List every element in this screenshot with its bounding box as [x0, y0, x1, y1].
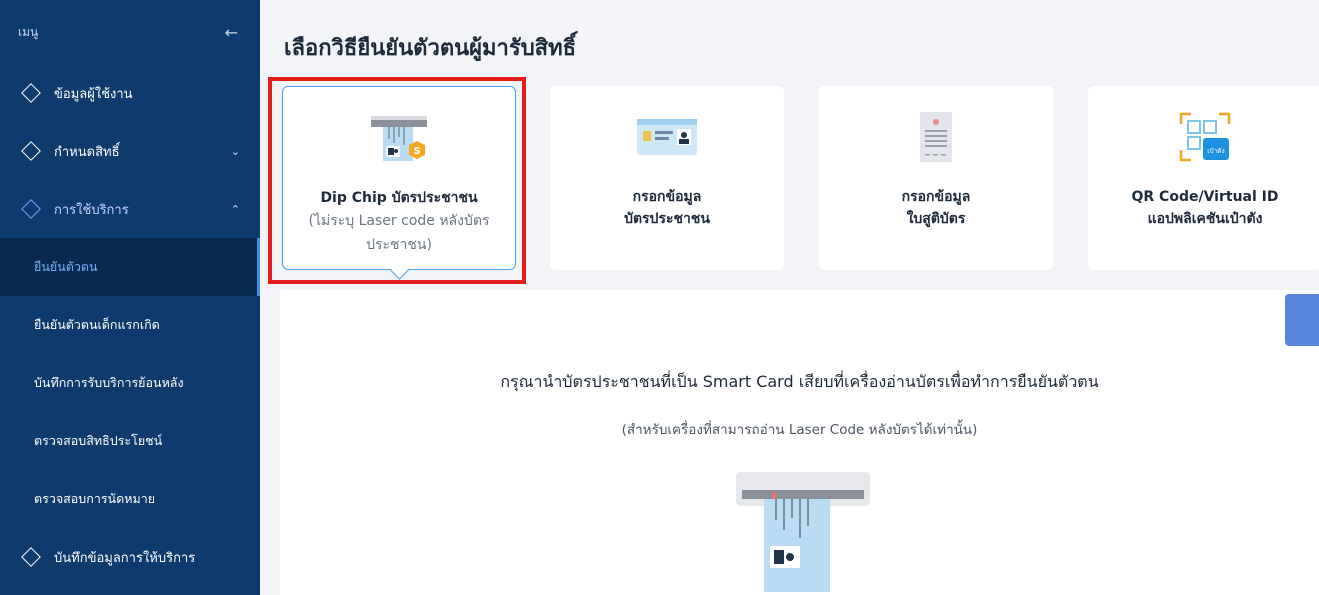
sidebar-subitem-service-history[interactable]: บันทึกการรับบริการย้อนหลัง	[0, 354, 260, 412]
sidebar-header: เมนู ←	[0, 0, 260, 64]
instruction-panel: กรุณานำบัตรประชาชนที่เป็น Smart Card เสี…	[280, 290, 1319, 595]
card-insert-illustration-icon	[736, 472, 870, 595]
birth-certificate-icon	[916, 110, 956, 164]
sidebar-title: เมนู	[18, 24, 39, 39]
sidebar-item-record-service[interactable]: บันทึกข้อมูลการให้บริการ	[0, 528, 260, 586]
sidebar-item-user-info[interactable]: ข้อมูลผู้ใช้งาน	[0, 64, 260, 122]
sidebar: เมนู ← ข้อมูลผู้ใช้งาน กำหนดสิทธิ์ ⌄ การ…	[0, 0, 260, 595]
card-title-line2: ใบสูติบัตร	[906, 211, 966, 227]
chevron-up-icon: ⌃	[230, 202, 240, 216]
id-card-icon	[635, 110, 699, 164]
diamond-icon	[21, 141, 41, 161]
diamond-icon	[21, 199, 41, 219]
method-card-birth-certificate[interactable]: กรอกข้อมูล ใบสูติบัตร	[819, 86, 1053, 270]
instruction-text: กรุณานำบัตรประชาชนที่เป็น Smart Card เสี…	[500, 372, 1099, 391]
card-title: กรอกข้อมูล	[632, 189, 702, 205]
card-title-line2: แอปพลิเคชันเป๋าตัง	[1147, 211, 1263, 227]
sidebar-item-permissions[interactable]: กำหนดสิทธิ์ ⌄	[0, 122, 260, 180]
card-title-line2: บัตรประชาชน	[624, 211, 710, 227]
sidebar-item-label: ข้อมูลผู้ใช้งาน	[54, 86, 133, 102]
sidebar-subitem-verify-identity[interactable]: ยืนยันตัวตน	[0, 238, 260, 296]
sidebar-item-label: การใช้บริการ	[54, 202, 129, 218]
sidebar-item-label: บันทึกข้อมูลการให้บริการ	[54, 550, 196, 566]
main-content: เลือกวิธียืนยันตัวตนผู้มารับสิทธิ์ S Dip…	[260, 0, 1319, 595]
sidebar-item-label: กำหนดสิทธิ์	[54, 144, 120, 160]
instruction-note: (สำหรับเครื่องที่สามารถอ่าน Laser Code ห…	[621, 422, 978, 438]
sidebar-item-services[interactable]: การใช้บริการ ⌃	[0, 180, 260, 238]
card-title: กรอกข้อมูล	[901, 189, 971, 205]
diamond-icon	[21, 547, 41, 567]
method-card-qr-code[interactable]: เป๋าตัง QR Code/Virtual ID แอปพลิเคชันเป…	[1088, 86, 1319, 270]
page-title: เลือกวิธียืนยันตัวตนผู้มารับสิทธิ์	[284, 36, 577, 61]
sidebar-subitem-check-appointments[interactable]: ตรวจสอบการนัดหมาย	[0, 470, 260, 528]
chevron-down-icon: ⌄	[230, 144, 240, 158]
sidebar-subitem-check-benefits[interactable]: ตรวจสอบสิทธิประโยชน์	[0, 412, 260, 470]
sidebar-subitem-verify-newborn[interactable]: ยืนยันตัวตนเด็กแรกเกิด	[0, 296, 260, 354]
card-title: QR Code/Virtual ID	[1131, 189, 1279, 205]
diamond-icon	[21, 83, 41, 103]
app-badge-text: เป๋าตัง	[1207, 147, 1224, 155]
method-card-id-card[interactable]: กรอกข้อมูล บัตรประชาชน	[550, 86, 784, 270]
highlight-frame	[268, 77, 526, 284]
side-tab-button[interactable]	[1285, 294, 1319, 346]
collapse-arrow-icon[interactable]: ←	[225, 23, 238, 42]
qr-code-icon: เป๋าตัง	[1177, 110, 1233, 164]
